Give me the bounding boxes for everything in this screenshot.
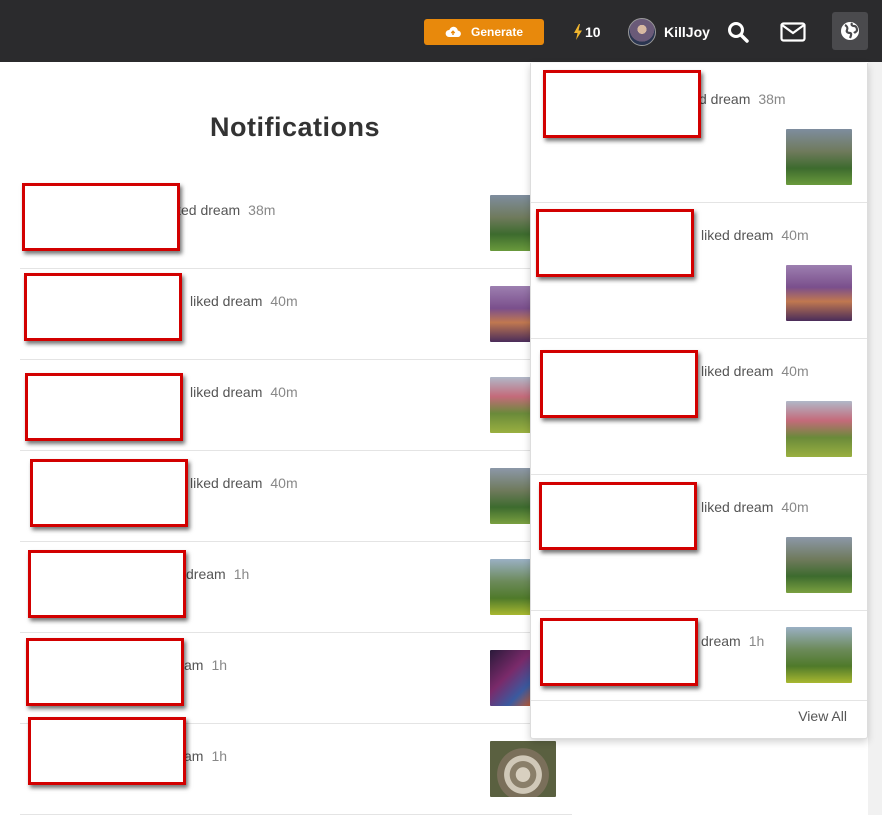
generate-button[interactable]: Generate [424, 19, 544, 45]
forest-thumb[interactable] [786, 129, 852, 185]
globe-icon [841, 22, 859, 40]
lightning-icon [574, 24, 582, 40]
notification-time: 38m [758, 91, 786, 107]
generate-button-label: Generate [470, 25, 524, 39]
notification-time: 40m [270, 293, 298, 309]
notification-text: dream 1h [186, 566, 250, 582]
notification-time: 40m [781, 499, 809, 515]
notification-text: liked dream 40m [190, 384, 298, 400]
purple-trees-thumb[interactable] [786, 265, 852, 321]
username: KillJoy [664, 24, 710, 40]
redaction-box [24, 273, 182, 341]
redaction-box [22, 183, 180, 251]
notification-text: liked dream 40m [190, 475, 298, 491]
search-button[interactable] [722, 17, 754, 47]
notification-text: dream 1h [701, 633, 765, 649]
notification-time: 38m [248, 202, 276, 218]
redaction-box [30, 459, 188, 527]
messages-button[interactable] [777, 17, 809, 47]
notification-time: 1h [748, 633, 765, 649]
cloud-upload-icon [445, 26, 461, 38]
redaction-box [543, 70, 701, 138]
notification-text: liked dream 40m [190, 293, 298, 309]
notifications-globe-button[interactable] [832, 12, 868, 50]
redaction-box [540, 350, 698, 418]
page-title: Notifications [209, 112, 380, 142]
user-menu[interactable]: KillJoy [628, 18, 710, 46]
notification-time: 40m [781, 227, 809, 243]
mail-icon [780, 22, 806, 42]
notification-time: 40m [270, 475, 298, 491]
redaction-box [25, 373, 183, 441]
notification-time: 40m [781, 363, 809, 379]
redaction-box [28, 550, 186, 618]
notification-text: d dream 38m [699, 91, 786, 107]
green-forest-thumb[interactable] [786, 627, 852, 683]
redaction-box [536, 209, 694, 277]
credits-count: 10 [585, 24, 601, 40]
redaction-box [540, 618, 698, 686]
redaction-box [26, 638, 184, 706]
redaction-box [539, 482, 697, 550]
top-navigation-bar: Generate 10 KillJoy [0, 0, 882, 62]
view-all-link[interactable]: View All [798, 708, 847, 724]
notification-time: 1h [211, 657, 228, 673]
forest-thumb[interactable] [786, 537, 852, 593]
notification-text: liked dream 40m [701, 363, 809, 379]
redaction-box [28, 717, 186, 785]
notification-text: liked dream 40m [701, 499, 809, 515]
notification-time: 40m [270, 384, 298, 400]
notification-time: 1h [211, 748, 228, 764]
notification-time: 1h [233, 566, 250, 582]
pink-forest-thumb[interactable] [786, 401, 852, 457]
credits-indicator[interactable]: 10 [573, 22, 601, 42]
stone-circle-thumb[interactable] [490, 741, 556, 797]
notification-text: ked dream 38m [174, 202, 276, 218]
search-icon [728, 22, 749, 43]
notification-text: liked dream 40m [701, 227, 809, 243]
avatar [628, 18, 656, 46]
page-scrollbar[interactable] [868, 62, 882, 815]
notification-text: am 1h [184, 748, 228, 764]
scrollbar-thumb[interactable] [870, 62, 880, 815]
notification-text: am 1h [184, 657, 228, 673]
